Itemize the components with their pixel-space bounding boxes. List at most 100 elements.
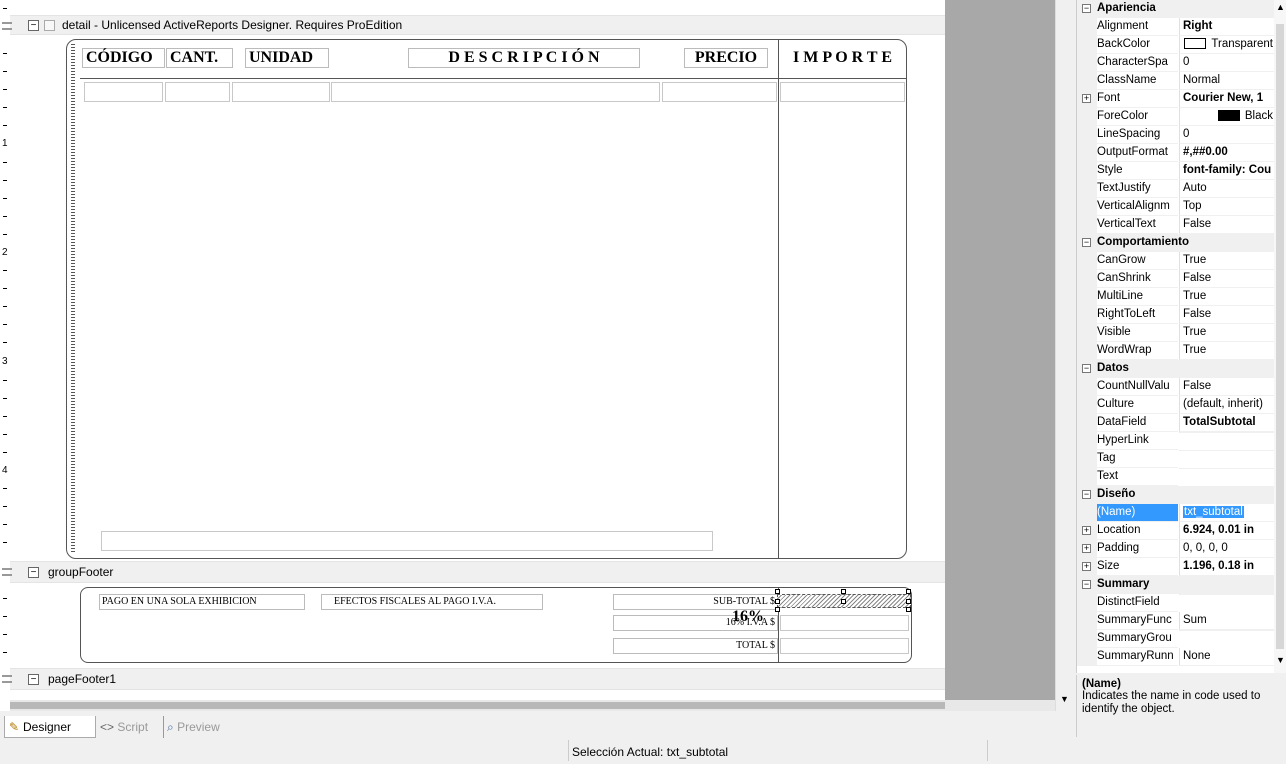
- label-pago[interactable]: PAGO EN UNA SOLA EXHIBICION: [99, 594, 305, 610]
- header-cant[interactable]: CANT.: [166, 48, 233, 68]
- property-value[interactable]: (default, inherit): [1179, 396, 1275, 414]
- property-row-style[interactable]: Style font-family: Cou: [1077, 162, 1275, 180]
- scroll-down-arrow-icon[interactable]: ▼: [1276, 655, 1285, 665]
- header-precio[interactable]: PRECIO: [684, 48, 768, 68]
- property-value[interactable]: Black: [1179, 108, 1275, 126]
- detail-band-header[interactable]: − detail - Unlicensed ActiveReports Desi…: [2, 15, 945, 35]
- property-row-visible[interactable]: Visible True: [1077, 324, 1275, 342]
- header-importe[interactable]: I M P O R T E: [780, 48, 905, 68]
- collapse-icon[interactable]: −: [28, 20, 39, 31]
- property-row-name[interactable]: (Name) txt_subtotal: [1077, 504, 1275, 522]
- property-value[interactable]: #,##0.00: [1179, 144, 1275, 162]
- field-cant[interactable]: [165, 82, 230, 102]
- group-footer-section[interactable]: PAGO EN UNA SOLA EXHIBICION EFECTOS FISC…: [10, 584, 945, 668]
- horizontal-scroll-thumb[interactable]: [10, 702, 945, 709]
- field-precio[interactable]: [662, 82, 777, 102]
- property-row-characterspa[interactable]: CharacterSpa 0: [1077, 54, 1275, 72]
- property-value[interactable]: False: [1179, 270, 1275, 288]
- property-row-padding[interactable]: + Padding 0, 0, 0, 0: [1077, 540, 1275, 558]
- property-value[interactable]: True: [1179, 342, 1275, 360]
- property-row-font[interactable]: + Font Courier New, 1: [1077, 90, 1275, 108]
- property-row-multiline[interactable]: MultiLine True: [1077, 288, 1275, 306]
- field-cantidad-letra[interactable]: [101, 531, 713, 551]
- property-row-hyperlink[interactable]: HyperLink: [1077, 432, 1275, 450]
- field-descripcion[interactable]: [331, 82, 660, 102]
- property-value[interactable]: 1.196, 0.18 in: [1179, 558, 1275, 576]
- collapse-icon[interactable]: −: [1082, 580, 1091, 589]
- property-row-verticalalignm[interactable]: VerticalAlignm Top: [1077, 198, 1275, 216]
- field-iva[interactable]: [780, 615, 909, 631]
- property-value[interactable]: 0: [1179, 54, 1275, 72]
- tab-script[interactable]: <> Script: [98, 716, 162, 738]
- property-row-summarygrou[interactable]: SummaryGrou: [1077, 630, 1275, 648]
- expand-icon[interactable]: +: [1082, 544, 1091, 553]
- property-row-classname[interactable]: ClassName Normal: [1077, 72, 1275, 90]
- property-row-tag[interactable]: Tag: [1077, 450, 1275, 468]
- property-value[interactable]: [1179, 630, 1275, 631]
- property-row-righttoleft[interactable]: RightToLeft False: [1077, 306, 1275, 324]
- property-category-diseño[interactable]: − Diseño: [1077, 486, 1275, 504]
- property-row-outputformat[interactable]: OutputFormat #,##0.00: [1077, 144, 1275, 162]
- property-row-summaryrunn[interactable]: SummaryRunn None: [1077, 648, 1275, 666]
- property-row-size[interactable]: + Size 1.196, 0.18 in: [1077, 558, 1275, 576]
- property-row-backcolor[interactable]: BackColor Transparent: [1077, 36, 1275, 54]
- properties-scroll-thumb[interactable]: [1276, 24, 1284, 649]
- group-footer-band-header[interactable]: − groupFooter: [2, 561, 945, 583]
- scroll-up-arrow-icon[interactable]: ▲: [1276, 2, 1285, 12]
- detail-border-frame[interactable]: [66, 39, 907, 559]
- property-row-wordwrap[interactable]: WordWrap True: [1077, 342, 1275, 360]
- vertical-legal-text[interactable]: [71, 44, 75, 552]
- header-codigo[interactable]: CÓDIGO: [82, 48, 165, 68]
- expand-icon[interactable]: +: [1082, 94, 1091, 103]
- horizontal-scrollbar[interactable]: [10, 700, 1055, 711]
- property-row-location[interactable]: + Location 6.924, 0.01 in: [1077, 522, 1275, 540]
- field-total[interactable]: [780, 638, 909, 654]
- property-value[interactable]: False: [1179, 216, 1275, 234]
- property-row-text[interactable]: Text: [1077, 468, 1275, 486]
- property-value[interactable]: Top: [1179, 198, 1275, 216]
- band-handle-icon[interactable]: [2, 22, 12, 30]
- label-efectos[interactable]: EFECTOS FISCALES AL PAGO I.V.A.: [321, 594, 543, 610]
- property-value[interactable]: Auto: [1179, 180, 1275, 198]
- header-descripcion[interactable]: D E S C R I P C I Ó N: [408, 48, 640, 68]
- properties-scrollbar[interactable]: ▲ ▼: [1274, 0, 1286, 673]
- label-total[interactable]: TOTAL $: [613, 638, 778, 654]
- tab-preview[interactable]: ⌕ Preview: [163, 716, 243, 738]
- property-row-textjustify[interactable]: TextJustify Auto: [1077, 180, 1275, 198]
- property-value[interactable]: 0: [1179, 126, 1275, 144]
- properties-grid[interactable]: − Apariencia Alignment Right BackColor Transp…: [1076, 0, 1286, 673]
- property-row-summaryfunc[interactable]: SummaryFunc Sum: [1077, 612, 1275, 630]
- collapse-icon[interactable]: −: [1082, 490, 1091, 499]
- property-value[interactable]: True: [1179, 324, 1275, 342]
- field-unidad[interactable]: [232, 82, 330, 102]
- property-row-countnullvalu[interactable]: CountNullValu False: [1077, 378, 1275, 396]
- property-value[interactable]: Transparent: [1179, 36, 1275, 54]
- collapse-icon[interactable]: −: [28, 567, 39, 578]
- property-category-comportamiento[interactable]: − Comportamiento: [1077, 234, 1275, 252]
- txt-subtotal-selected[interactable]: [775, 589, 911, 612]
- property-value[interactable]: True: [1179, 252, 1275, 270]
- property-row-forecolor[interactable]: ForeColor Black: [1077, 108, 1275, 126]
- vertical-scrollbar[interactable]: ▼: [1055, 0, 1071, 711]
- property-value[interactable]: [1179, 594, 1275, 595]
- scroll-down-arrow-icon[interactable]: ▼: [1060, 694, 1069, 704]
- property-category-apariencia[interactable]: − Apariencia: [1077, 0, 1275, 18]
- property-value[interactable]: [1179, 468, 1275, 469]
- property-category-datos[interactable]: − Datos: [1077, 360, 1275, 378]
- property-value[interactable]: Normal: [1179, 72, 1275, 90]
- page-footer-band-header[interactable]: − pageFooter1: [2, 668, 945, 690]
- property-row-linespacing[interactable]: LineSpacing 0: [1077, 126, 1275, 144]
- property-value[interactable]: None: [1179, 648, 1275, 666]
- property-value[interactable]: False: [1179, 378, 1275, 396]
- label-iva-big[interactable]: 16%: [732, 608, 764, 626]
- collapse-icon[interactable]: −: [1082, 364, 1091, 373]
- property-value[interactable]: 0, 0, 0, 0: [1179, 540, 1275, 558]
- property-value[interactable]: 6.924, 0.01 in: [1179, 522, 1275, 540]
- collapse-icon[interactable]: −: [28, 674, 39, 685]
- band-handle-icon[interactable]: [2, 568, 12, 576]
- property-row-datafield[interactable]: DataField TotalSubtotal: [1077, 414, 1275, 432]
- property-row-cangrow[interactable]: CanGrow True: [1077, 252, 1275, 270]
- property-row-alignment[interactable]: Alignment Right: [1077, 18, 1275, 36]
- property-category-summary[interactable]: − Summary: [1077, 576, 1275, 594]
- field-codigo[interactable]: [84, 82, 163, 102]
